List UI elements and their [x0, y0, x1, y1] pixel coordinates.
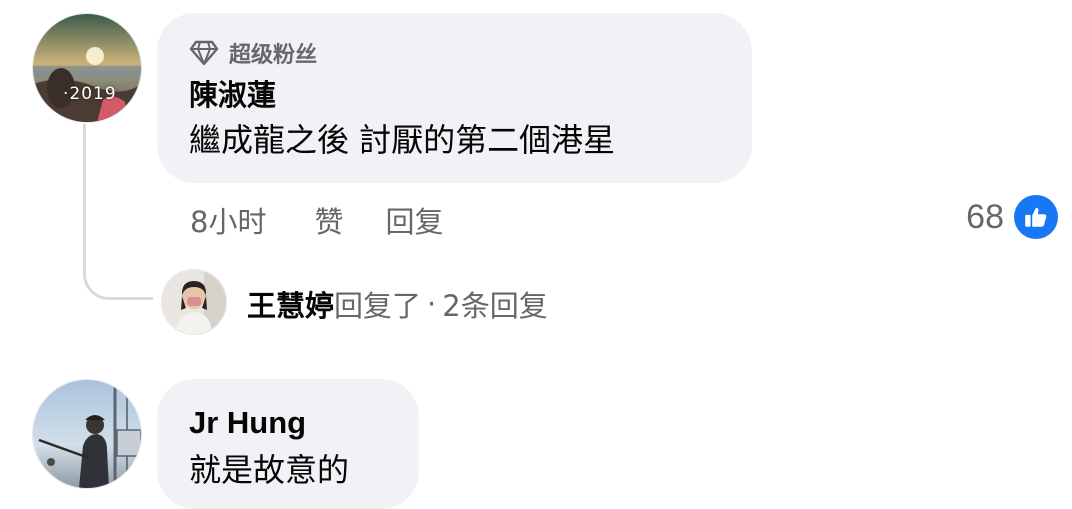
reply-button[interactable]: 回复 — [385, 199, 443, 241]
diamond-icon — [189, 40, 219, 66]
thread-connector-line — [83, 124, 153, 300]
comment-text: 繼成龍之後 討厭的第二個港星 — [189, 121, 616, 159]
reply-count: 2条回复 — [442, 289, 548, 323]
comment-bubble: Jr Hung 就是故意的 — [157, 379, 419, 509]
thumbs-up-icon — [1014, 195, 1058, 239]
avatar-photo-caption: ·2019 — [63, 84, 117, 104]
view-replies-link[interactable]: 王慧婷 回复了 · 2条回复 — [247, 282, 548, 326]
replier-avatar[interactable] — [161, 269, 227, 335]
comment-author-name[interactable]: 陳淑蓮 — [189, 75, 720, 115]
commenter-avatar[interactable]: ·2019 — [32, 13, 142, 123]
replied-text: 回复了 — [334, 289, 422, 323]
comment-actions: 8小时 赞 回复 — [190, 198, 443, 242]
commenter-avatar[interactable] — [32, 379, 142, 489]
like-button[interactable]: 赞 — [314, 199, 343, 241]
badge-label: 超级粉丝 — [229, 43, 318, 68]
top-fan-badge[interactable]: 超级粉丝 — [189, 37, 720, 69]
reaction-summary[interactable]: 68 — [966, 194, 1058, 240]
reaction-count: 68 — [966, 197, 1004, 236]
comment-author-name[interactable]: Jr Hung — [189, 403, 387, 443]
comment-text: 就是故意的 — [189, 451, 350, 489]
comment-bubble: 超级粉丝 陳淑蓮 繼成龍之後 討厭的第二個港星 — [157, 13, 752, 183]
replier-name: 王慧婷 — [247, 289, 335, 323]
separator-dot: · — [427, 287, 437, 321]
comment-timestamp[interactable]: 8小时 — [190, 199, 266, 241]
